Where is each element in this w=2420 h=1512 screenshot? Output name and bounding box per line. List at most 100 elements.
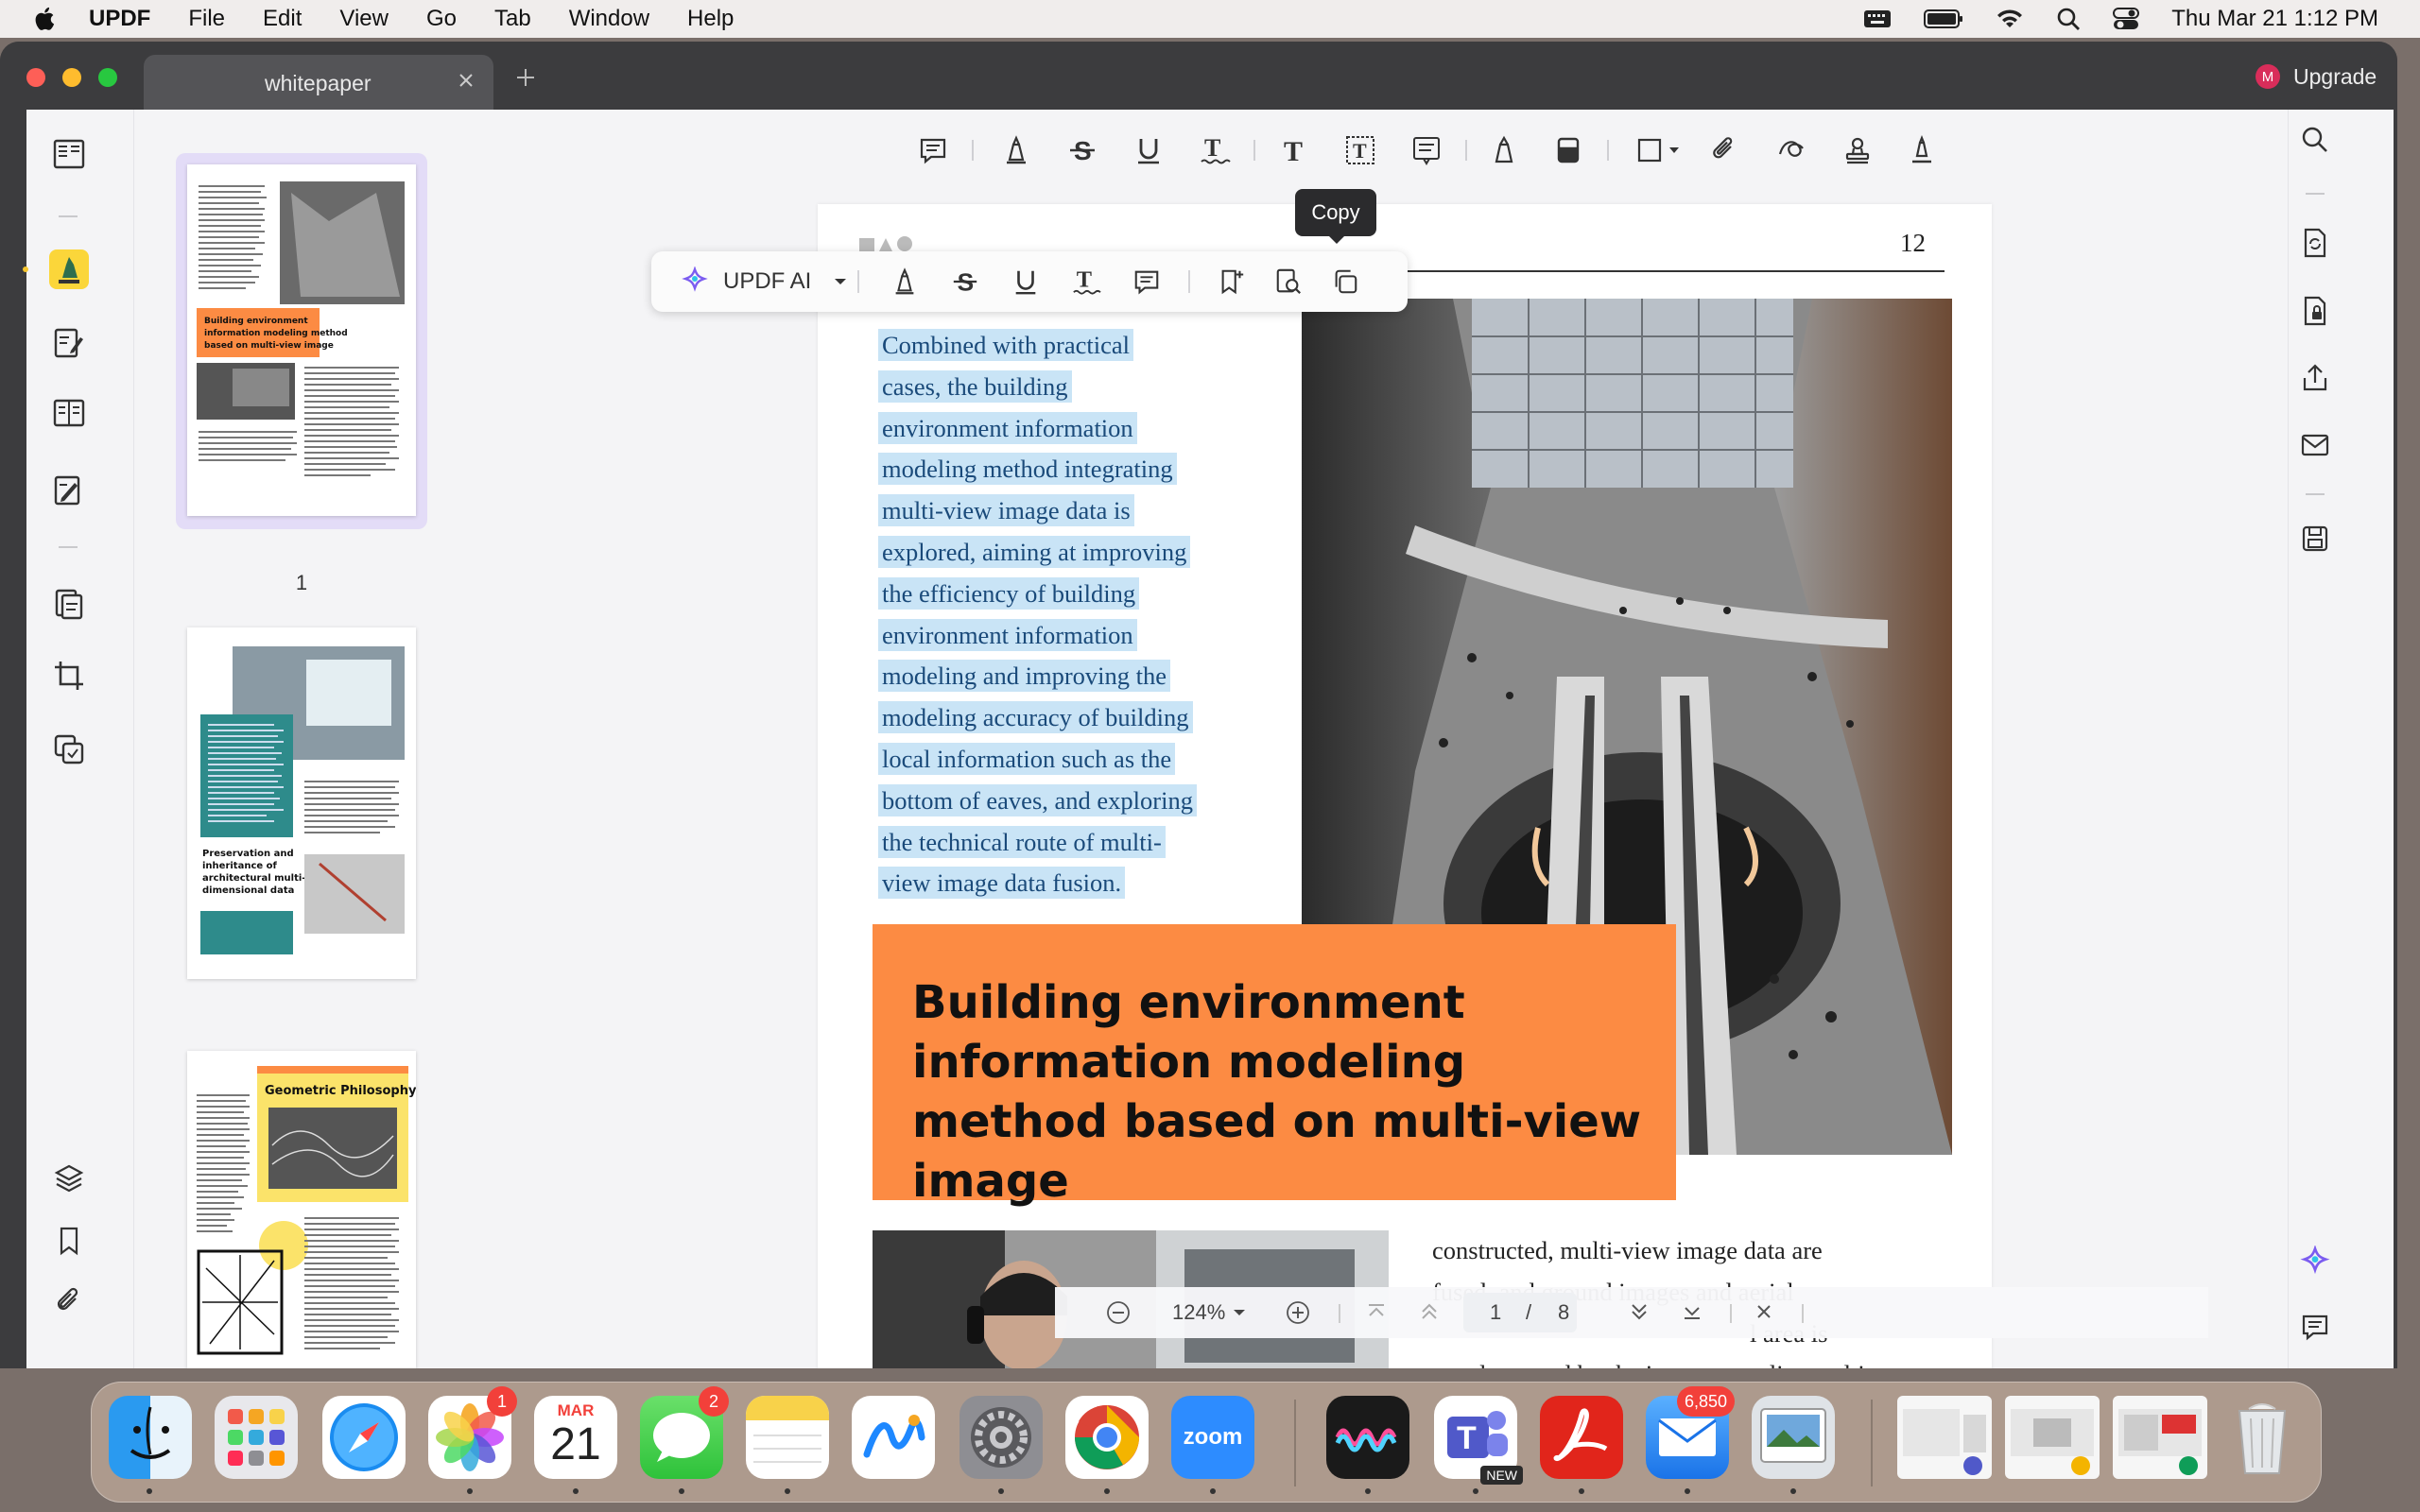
text-box-icon[interactable]: T xyxy=(1342,132,1378,168)
previous-page-icon[interactable] xyxy=(1418,1300,1441,1323)
layers-icon[interactable] xyxy=(49,1159,89,1198)
comment-selection-icon[interactable] xyxy=(1130,265,1164,299)
dock-system-settings-icon[interactable] xyxy=(959,1396,1043,1479)
dock-photos-icon[interactable]: 1 xyxy=(428,1386,517,1479)
dock-chrome-icon[interactable] xyxy=(1065,1396,1149,1479)
search-icon[interactable] xyxy=(2300,125,2330,155)
protect-icon[interactable] xyxy=(2300,295,2330,327)
apple-icon[interactable] xyxy=(32,5,59,33)
selected-text-line[interactable]: the technical route of multi- xyxy=(878,825,1166,858)
convert-icon[interactable] xyxy=(2300,227,2330,259)
text-callout-icon[interactable] xyxy=(1409,132,1444,168)
fill-sign-icon[interactable] xyxy=(49,471,89,510)
updf-ai-assistant-icon[interactable] xyxy=(2298,1246,2332,1280)
menu-go[interactable]: Go xyxy=(426,6,457,32)
dock-teams-icon[interactable]: T NEW xyxy=(1434,1396,1523,1485)
menubar-clock[interactable]: Thu Mar 21 1:12 PM xyxy=(2171,6,2378,32)
menu-view[interactable]: View xyxy=(339,6,389,32)
menu-window[interactable]: Window xyxy=(569,6,649,32)
text-tool-icon[interactable]: T xyxy=(1276,132,1312,168)
dock-launchpad-icon[interactable] xyxy=(215,1396,298,1479)
dock-minimized-window[interactable] xyxy=(2113,1396,2207,1479)
selected-body-text[interactable]: Combined with practical cases, the build… xyxy=(878,325,1256,904)
minimize-window-button[interactable] xyxy=(62,68,81,87)
control-center-icon[interactable] xyxy=(2113,8,2140,30)
bookmark-icon[interactable] xyxy=(49,1221,89,1261)
selected-text-line[interactable]: modeling method integrating xyxy=(878,453,1177,486)
highlight-selection-icon[interactable] xyxy=(888,265,922,299)
pencil-icon[interactable] xyxy=(1486,132,1522,168)
selected-text-line[interactable]: Combined with practical xyxy=(878,329,1133,361)
tools-icon[interactable] xyxy=(49,730,89,769)
selected-text-line[interactable]: environment information xyxy=(878,411,1137,444)
pen-sign-icon[interactable] xyxy=(1904,132,1940,168)
menu-tab[interactable]: Tab xyxy=(494,6,531,32)
updf-ai-dropdown[interactable]: UPDF AI xyxy=(680,266,847,297)
attachment-icon[interactable] xyxy=(49,1281,89,1321)
section-heading[interactable]: Building environment information modelin… xyxy=(912,973,1668,1211)
first-page-icon[interactable] xyxy=(1365,1300,1388,1323)
zoom-dropdown-icon[interactable] xyxy=(1233,1308,1246,1317)
dock-safari-icon[interactable] xyxy=(322,1396,406,1479)
new-tab-icon[interactable] xyxy=(514,66,537,89)
document-tab[interactable]: whitepaper xyxy=(144,55,493,110)
dock-finder-icon[interactable] xyxy=(109,1396,192,1479)
thumbnail-page-2[interactable]: Preservation and inheritance of architec… xyxy=(187,627,416,979)
dock-minimized-window[interactable] xyxy=(2005,1396,2100,1479)
form-icon[interactable] xyxy=(49,393,89,433)
crop-pages-icon[interactable] xyxy=(49,656,89,696)
dock-mail-icon[interactable]: 6,850 xyxy=(1646,1386,1735,1479)
copy-icon[interactable] xyxy=(1328,265,1362,299)
menu-help[interactable]: Help xyxy=(687,6,734,32)
dock-acrobat-icon[interactable] xyxy=(1540,1396,1623,1479)
selected-text-line[interactable]: multi-view image data is xyxy=(878,494,1134,527)
signature-icon[interactable] xyxy=(1773,132,1809,168)
keyboard-icon[interactable] xyxy=(1863,9,1892,29)
dock-messages-icon[interactable]: 2 xyxy=(640,1386,729,1479)
strikethrough-selection-icon[interactable]: S xyxy=(948,265,982,299)
menu-app-name[interactable]: UPDF xyxy=(89,6,150,32)
thumbnail-page-3[interactable]: Geometric Philosophy xyxy=(187,1051,416,1368)
sticky-note-icon[interactable] xyxy=(915,132,951,168)
comment-tool-icon[interactable] xyxy=(49,249,89,289)
selected-text-line[interactable]: environment information xyxy=(878,618,1137,651)
spotlight-search-icon[interactable] xyxy=(2056,7,2081,31)
add-bookmark-icon[interactable] xyxy=(1215,265,1249,299)
close-window-button[interactable] xyxy=(26,68,45,87)
edit-pdf-icon[interactable] xyxy=(49,323,89,363)
next-page-icon[interactable] xyxy=(1628,1300,1651,1323)
menu-edit[interactable]: Edit xyxy=(263,6,302,32)
zoom-level[interactable]: 124% xyxy=(1172,1300,1225,1325)
eraser-icon[interactable] xyxy=(1550,132,1586,168)
highlight-icon[interactable] xyxy=(998,132,1034,168)
comments-list-icon[interactable] xyxy=(2300,1312,2330,1342)
organize-pages-icon[interactable] xyxy=(49,584,89,624)
share-icon[interactable] xyxy=(2300,363,2330,393)
email-icon[interactable] xyxy=(2300,431,2330,459)
dock-notes-icon[interactable] xyxy=(746,1396,829,1479)
selected-text-line[interactable]: local information such as the xyxy=(878,742,1176,775)
attach-file-icon[interactable] xyxy=(1707,132,1743,168)
current-page[interactable]: 1 xyxy=(1490,1300,1501,1325)
zoom-out-icon[interactable] xyxy=(1106,1300,1131,1325)
selected-text-line[interactable]: modeling and improving the xyxy=(878,660,1171,693)
dock-minimized-window[interactable] xyxy=(1897,1396,1992,1479)
thumbnail-page-1[interactable]: Building environment information modelin… xyxy=(187,164,416,516)
dock-zoom-icon[interactable]: zoom xyxy=(1171,1396,1254,1479)
underline-selection-icon[interactable] xyxy=(1009,265,1043,299)
stamp-icon[interactable] xyxy=(1840,132,1876,168)
upgrade-button[interactable]: M Upgrade xyxy=(2242,55,2384,98)
selected-text-line[interactable]: the efficiency of building xyxy=(878,576,1140,610)
last-page-icon[interactable] xyxy=(1681,1300,1703,1323)
close-nav-icon[interactable] xyxy=(1753,1300,1775,1323)
menu-file[interactable]: File xyxy=(188,6,225,32)
dock-trash-icon[interactable] xyxy=(2221,1396,2304,1479)
selected-text-line[interactable]: view image data fusion. xyxy=(878,867,1126,900)
wifi-icon[interactable] xyxy=(1996,8,2024,30)
battery-icon[interactable] xyxy=(1924,9,1963,29)
search-selection-icon[interactable] xyxy=(1271,265,1305,299)
squiggly-selection-icon[interactable]: T xyxy=(1069,265,1103,299)
underline-icon[interactable] xyxy=(1131,132,1167,168)
strikethrough-icon[interactable]: S xyxy=(1064,132,1100,168)
selected-text-line[interactable]: modeling accuracy of building xyxy=(878,701,1193,734)
